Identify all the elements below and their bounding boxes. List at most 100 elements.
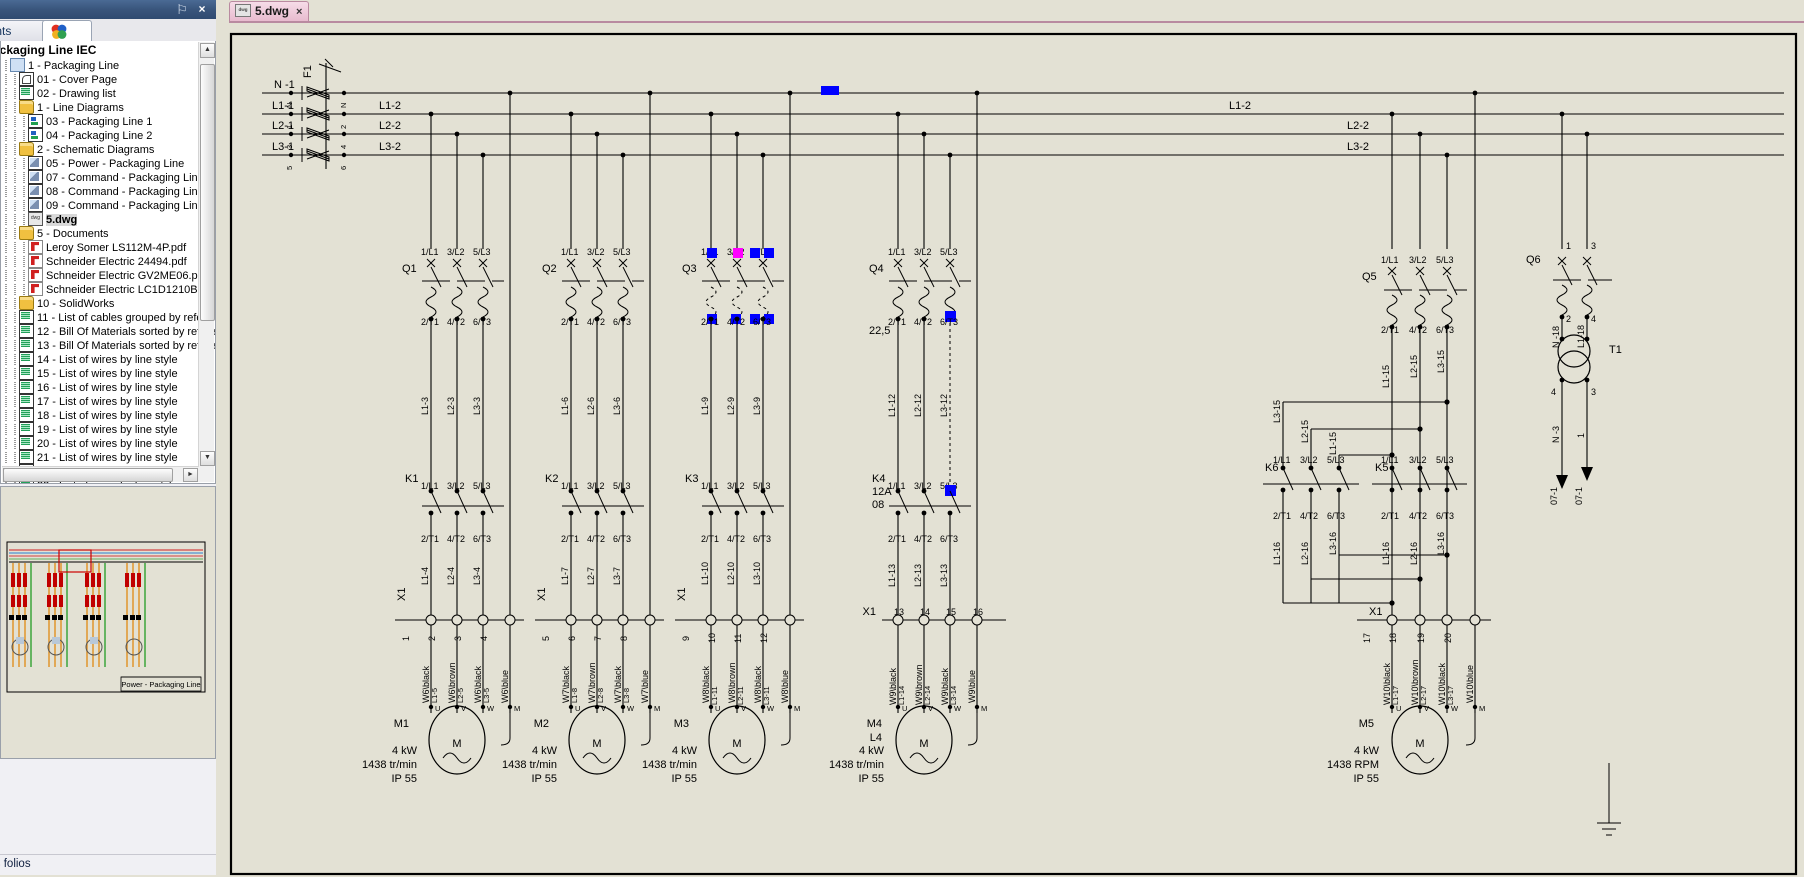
tree-guide <box>1 60 10 72</box>
wire-L1-15b: L1-15 <box>1328 432 1338 455</box>
tree-guide <box>1 242 10 254</box>
tree-vscroll-thumb[interactable] <box>200 64 215 321</box>
sheet-icon <box>19 366 34 380</box>
hot-selection-grip[interactable] <box>733 248 743 258</box>
tree-root-title: ackaging Line IEC <box>0 43 97 57</box>
tab-close-icon[interactable]: × <box>296 6 302 18</box>
tree-guide <box>10 116 19 128</box>
tree-item[interactable]: 03 - Packaging Line 1 <box>1 114 215 129</box>
selection-grip[interactable] <box>764 248 774 258</box>
motor-symbol-M1: M <box>452 738 461 750</box>
svg-text:2: 2 <box>339 125 348 129</box>
svg-text:L3-14: L3-14 <box>949 686 958 705</box>
tree-guide <box>10 228 19 240</box>
svg-text:W: W <box>954 704 962 713</box>
scroll-up-icon[interactable]: ▲ <box>200 43 215 58</box>
sheet-icon <box>19 436 34 450</box>
tree-item[interactable]: 12 - Bill Of Materials sorted by referen… <box>1 324 215 339</box>
tree-item[interactable]: 19 - List of wires by line style <box>1 422 215 437</box>
tree-item[interactable]: 1 - Packaging Line <box>1 58 215 73</box>
selection-grip[interactable] <box>821 86 830 95</box>
selection-grip[interactable] <box>750 248 760 258</box>
svg-text:2: 2 <box>1566 314 1571 324</box>
svg-text:1438 tr/min: 1438 tr/min <box>642 759 697 771</box>
tree-item[interactable]: 16 - List of wires by line style <box>1 380 215 395</box>
tree-item[interactable]: 17 - List of wires by line style <box>1 394 215 409</box>
tree-hscroll-thumb[interactable] <box>3 468 173 482</box>
tree-guide <box>19 214 28 226</box>
tree-item[interactable]: 05 - Power - Packaging Line <box>1 156 215 171</box>
wire-L2-12: L2-12 <box>913 394 923 417</box>
tree-item[interactable]: 18 - List of wires by line style <box>1 408 215 423</box>
tree-item[interactable]: 5 - Documents <box>1 226 215 241</box>
svg-text:M: M <box>981 704 987 713</box>
svg-text:6/T3: 6/T3 <box>613 534 631 544</box>
tree-item[interactable]: 01 - Cover Page <box>1 72 215 87</box>
tree-item[interactable]: 20 - List of wires by line style <box>1 436 215 451</box>
pin-icon[interactable]: ⚐ <box>176 3 188 16</box>
sheet-icon <box>19 422 34 436</box>
tree-item[interactable]: Schneider Electric 24494.pdf <box>1 254 215 269</box>
breaker-ref-Q5: Q5 <box>1362 271 1377 283</box>
svg-text:6/T3: 6/T3 <box>473 317 491 327</box>
tree-item[interactable]: 11 - List of cables grouped by reference <box>1 310 215 325</box>
tree-rows[interactable]: 1 - Packaging Line 01 - Cover Page 02 - Dr… <box>1 58 215 483</box>
tree-item[interactable]: 02 - Drawing list <box>1 86 215 101</box>
tree-item[interactable]: Leroy Somer LS112M-4P.pdf <box>1 240 215 255</box>
tree-item[interactable]: 2 - Schematic Diagrams <box>1 142 215 157</box>
scroll-down-icon[interactable]: ▼ <box>200 451 215 466</box>
tree-item[interactable]: 09 - Command - Packaging Line 3 <box>1 198 215 213</box>
tree-item[interactable]: 10 - SolidWorks <box>1 296 215 311</box>
svg-text:5: 5 <box>541 636 551 641</box>
close-icon[interactable]: × <box>196 3 208 16</box>
svg-text:3: 3 <box>453 636 463 641</box>
tree-guide <box>19 200 28 212</box>
tree-item[interactable]: 14 - List of wires by line style <box>1 352 215 367</box>
svg-text:20: 20 <box>1443 633 1453 643</box>
tree-item[interactable]: dwg 5.dwg <box>1 212 215 227</box>
tree-guide <box>10 102 19 114</box>
svg-text:L1-17: L1-17 <box>1391 686 1400 705</box>
project-tree-panel[interactable]: ackaging Line IEC 1 - Packaging Line 01 -… <box>0 41 216 484</box>
tree-item[interactable]: 1 - Line Diagrams <box>1 100 215 115</box>
wire-L2-3: L2-3 <box>446 397 456 415</box>
tree-horizontal-scrollbar[interactable]: ◄ ► <box>2 466 199 482</box>
pdf-icon <box>28 268 43 282</box>
motor-ref-M4: M4 <box>867 718 882 730</box>
tree-item[interactable]: 04 - Packaging Line 2 <box>1 128 215 143</box>
svg-text:W: W <box>627 704 635 713</box>
folder-icon <box>19 226 34 240</box>
tree-item-label: 01 - Cover Page <box>37 74 118 86</box>
scroll-right-icon[interactable]: ► <box>183 468 198 482</box>
selection-grip[interactable] <box>945 485 956 496</box>
tab-5dwg[interactable]: dwg 5.dwg × <box>229 1 310 22</box>
selection-grip[interactable] <box>830 86 839 95</box>
svg-text:N: N <box>285 103 294 108</box>
tree-item[interactable]: 21 - List of wires by line style <box>1 450 215 465</box>
tree-vertical-scrollbar[interactable]: ▲ ▼ <box>198 42 215 482</box>
svg-text:W: W <box>767 704 775 713</box>
drawing-preview-panel[interactable]: Power - Packaging Line <box>0 486 216 759</box>
wire-L3-7: L3-7 <box>612 567 622 585</box>
tree-item[interactable]: Schneider Electric LC1D1210B7.pdf <box>1 282 215 297</box>
wire-L3-15b: L3-15 <box>1272 400 1282 423</box>
selection-grip[interactable] <box>707 248 717 258</box>
tree-item[interactable]: 08 - Command - Packaging Line 2 <box>1 184 215 199</box>
motor-ref-M5: M5 <box>1359 718 1374 730</box>
tree-item[interactable]: 07 - Command - Packaging Line 1 <box>1 170 215 185</box>
drawing-canvas[interactable]: N -1 L1-1 L2-1 L3-1 L1-2 L2-2 L3-2 L1-2 … <box>229 21 1804 877</box>
tree-guide <box>10 382 19 394</box>
tree-guide <box>10 214 19 226</box>
contactor-ref-K3: K3 <box>685 473 698 485</box>
svg-text:3/L2: 3/L2 <box>1409 255 1427 265</box>
schematic-drawing[interactable]: N -1 L1-1 L2-1 L3-1 L1-2 L2-2 L3-2 L1-2 … <box>229 23 1804 877</box>
tree-item-label: 19 - List of wires by line style <box>37 424 178 436</box>
tree-item[interactable]: 15 - List of wires by line style <box>1 366 215 381</box>
tree-guide <box>19 172 28 184</box>
tree-item[interactable]: Schneider Electric GV2ME06.pdf <box>1 268 215 283</box>
tab-project[interactable] <box>42 20 92 43</box>
tree-guide <box>10 410 19 422</box>
tree-item[interactable]: 13 - Bill Of Materials sorted by referen… <box>1 338 215 353</box>
linediag-icon <box>28 128 43 142</box>
svg-text:L3-11: L3-11 <box>762 686 771 705</box>
